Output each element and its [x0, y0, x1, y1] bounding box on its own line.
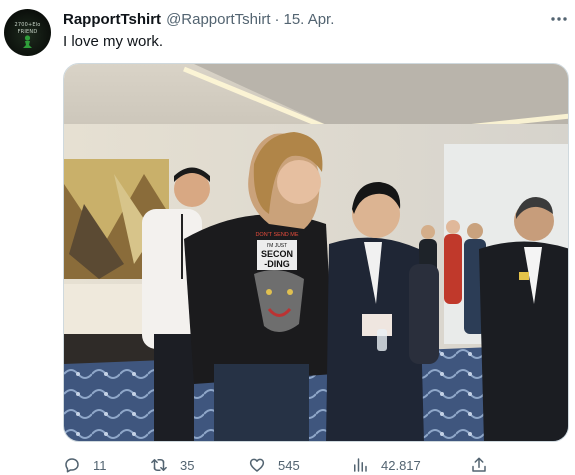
author-handle[interactable]: @RapportTshirt	[166, 11, 270, 28]
tweet-photo[interactable]: DON'T SEND ME I'M JUST SECON -DING	[63, 63, 569, 442]
author-avatar[interactable]: 2700+Elo FRIEND	[4, 9, 51, 56]
photo-scene: DON'T SEND ME I'M JUST SECON -DING	[64, 64, 568, 441]
retweet-button[interactable]: 35	[150, 455, 194, 475]
more-icon	[551, 17, 567, 21]
retweet-count: 35	[180, 457, 195, 473]
tweet-date[interactable]: 15. Apr.	[284, 11, 335, 28]
avatar-text-line1: 2700+Elo	[14, 22, 41, 28]
views-icon	[354, 458, 367, 472]
tweet-text: I love my work.	[63, 33, 164, 50]
chess-pawn-icon	[23, 35, 32, 48]
share-icon	[472, 457, 486, 472]
more-button[interactable]	[548, 10, 570, 28]
shirt-text-line4: -DING	[264, 259, 290, 269]
shirt-text-line1: DON'T SEND ME	[255, 232, 298, 238]
like-count: 545	[278, 457, 300, 473]
shirt-text-line3: SECON	[261, 249, 293, 259]
reply-count: 11	[93, 457, 107, 473]
tweet-header: RapportTshirt @RapportTshirt · 15. Apr.	[63, 9, 334, 29]
tweet-actions: 11 35 545 42.817	[63, 455, 563, 475]
share-button[interactable]	[470, 455, 488, 475]
like-icon	[249, 458, 265, 472]
author-name[interactable]: RapportTshirt	[63, 11, 161, 28]
header-separator: ·	[274, 10, 280, 28]
retweet-icon	[151, 459, 167, 471]
views-button[interactable]: 42.817	[351, 455, 421, 475]
views-count: 42.817	[381, 457, 421, 473]
reply-button[interactable]: 11	[63, 455, 107, 475]
reply-icon	[65, 458, 79, 473]
like-button[interactable]: 545	[248, 455, 300, 475]
